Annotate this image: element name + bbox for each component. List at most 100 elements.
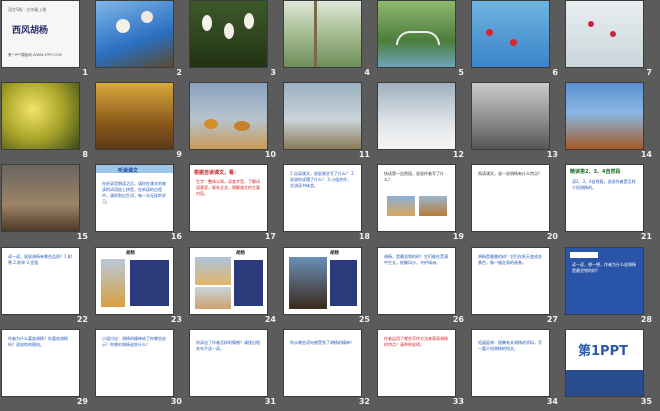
- slide-number: 15: [76, 232, 88, 241]
- slide-heading: 胡杨: [330, 251, 339, 256]
- magnolia-flower-image: [116, 19, 130, 33]
- slide-thumbnail-19[interactable]: 快读第一自然段，说说作者写了什么？ 19: [376, 164, 470, 246]
- slide-thumbnail-22[interactable]: 读一读，说说胡杨有哪些品质？1.耐寒 2.耐旱 3.坚强 22: [0, 247, 94, 329]
- slide-thumbnail-18[interactable]: 1.自读课文，说说课文写了什么？ 2.说说你读懂了什么？ 3.小组合作，交流读书…: [282, 164, 376, 246]
- slide-number: 32: [358, 397, 370, 406]
- poplar-image: [100, 258, 126, 308]
- slide-thumbnail-33[interactable]: 作者运用了哪些写作方法来表现胡杨的特点？请举例说明。 33: [376, 329, 470, 411]
- slide-number: 33: [452, 397, 464, 406]
- slide-thumbnail-20[interactable]: 再读课文，说一说胡杨有什么特点？ 20: [470, 164, 564, 246]
- slide-header-bar: [570, 252, 598, 258]
- dune-image: [194, 286, 232, 310]
- slide-thumbnail-11[interactable]: 11: [282, 82, 376, 164]
- slide-number: 8: [82, 150, 88, 159]
- slide-thumbnail-28[interactable]: 读一读，想一想，作者为什么说胡杨是最坚韧的树？ 28: [564, 247, 658, 329]
- plum-blossom-image: [510, 39, 517, 46]
- slide-thumbnail-14[interactable]: 14: [564, 82, 658, 164]
- slide-thumbnail-3[interactable]: 3: [188, 0, 282, 82]
- slide-number: 1: [82, 68, 88, 77]
- slide-text-panel: [330, 260, 357, 306]
- slide-thumbnail-8[interactable]: 8: [0, 82, 94, 164]
- slide-thumbnail-25[interactable]: 胡杨 25: [282, 247, 376, 329]
- slide-number: 11: [358, 150, 370, 159]
- poplar-tree-image: [234, 121, 250, 131]
- slide-number: 4: [364, 68, 370, 77]
- slide-body-text: 读一读，想一想，作者为什么说胡杨是最坚韧的树？: [572, 262, 636, 273]
- slide-number: 13: [546, 150, 558, 159]
- slide-body-text: 读2、3、4自然段，说说作者是怎样介绍胡杨的。: [572, 179, 636, 190]
- brand-logo: 第1PPT: [578, 344, 628, 359]
- slide-thumbnail-6[interactable]: 6: [470, 0, 564, 82]
- slide-number: 12: [452, 150, 464, 159]
- slide-number: 22: [76, 315, 88, 324]
- slide-body-text: 胡杨是最美的树！它们在秋天变成金黄色，像一幅壮丽的画卷。: [478, 254, 542, 265]
- slide-thumbnail-5[interactable]: 5: [376, 0, 470, 82]
- slide-body-text: 拓展延伸：搜集有关胡杨的资料，写一篇介绍胡杨的短文。: [478, 340, 542, 351]
- slide-body-text: 1.自读课文，说说课文写了什么？ 2.说说你读懂了什么？ 3.小组合作，交流读书…: [290, 171, 355, 188]
- slide-number: 14: [640, 150, 652, 159]
- plum-blossom-image: [610, 31, 616, 37]
- magnolia-flower-image: [202, 15, 212, 31]
- slide-sorter-grid: 语文S版 · 五年级上册 西风胡杨 第一PPT模板网-WWW.1PPT.COM …: [0, 0, 660, 411]
- slide-number: 30: [170, 397, 182, 406]
- slide-number: 16: [170, 232, 182, 241]
- slide-thumbnail-2[interactable]: 2: [94, 0, 188, 82]
- desert-image: [194, 256, 232, 286]
- slide-thumbnail-7[interactable]: 7: [564, 0, 658, 82]
- slide-thumbnail-15[interactable]: 15: [0, 164, 94, 246]
- slide-number: 35: [640, 397, 652, 406]
- slide-thumbnail-32[interactable]: 你从哪些语句感受到了胡杨的精神？ 32: [282, 329, 376, 411]
- slide-heading: 胡杨: [126, 251, 135, 256]
- slide-thumbnail-21[interactable]: 精读第2、3、4自然段 读2、3、4自然段，说说作者是怎样介绍胡杨的。 21: [564, 164, 658, 246]
- slide-thumbnail-17[interactable]: 根据自读课文，看： 生字：整体认知，读准字音，了解词语意思，联系全文，理解课文的…: [188, 164, 282, 246]
- slide-body-text: 作者运用了哪些写作方法来表现胡杨的特点？请举例说明。: [384, 336, 448, 347]
- slide-number: 18: [358, 232, 370, 241]
- slide-body-text: 你读出了作者怎样的情感？请找出相关句子读一读。: [196, 340, 260, 351]
- poplar-image: [418, 195, 448, 217]
- slide-number: 20: [546, 232, 558, 241]
- slide-url: 第一PPT模板网-WWW.1PPT.COM: [8, 53, 62, 57]
- footer-band: [566, 370, 643, 396]
- slide-thumbnail-35[interactable]: 第1PPT 35: [564, 329, 658, 411]
- slide-body-text: 生字：整体认知，读准字音，了解词语意思，联系全文，理解课文的主要内容。: [196, 179, 260, 196]
- slide-heading: 根据自读课文，看：: [194, 170, 240, 176]
- slide-number: 9: [176, 150, 182, 159]
- slide-thumbnail-13[interactable]: 13: [470, 82, 564, 164]
- slide-thumbnail-26[interactable]: 胡杨，是最坚韧的树！它们能在荒漠中生长，抵御风沙，守护绿洲。 26: [376, 247, 470, 329]
- slide-thumbnail-29[interactable]: 作者为什么喜欢胡杨？你喜欢胡杨吗？说说你的理由。 29: [0, 329, 94, 411]
- dead-poplar-image: [288, 256, 328, 310]
- slide-thumbnail-34[interactable]: 拓展延伸：搜集有关胡杨的资料，写一篇介绍胡杨的短文。 34: [470, 329, 564, 411]
- slide-text-panel: [234, 260, 263, 306]
- slide-number: 17: [264, 232, 276, 241]
- slide-thumbnail-1[interactable]: 语文S版 · 五年级上册 西风胡杨 第一PPT模板网-WWW.1PPT.COM …: [0, 0, 94, 82]
- slide-number: 27: [546, 315, 558, 324]
- slide-text-panel: [130, 260, 169, 306]
- slide-thumbnail-4[interactable]: 4: [282, 0, 376, 82]
- slide-number: 24: [264, 315, 276, 324]
- slide-thumbnail-10[interactable]: 10: [188, 82, 282, 164]
- slide-body-text: 小组讨论：胡杨的精神给了你哪些启示？你想对胡杨说些什么？: [102, 336, 166, 347]
- slide-number: 10: [264, 150, 276, 159]
- slide-number: 23: [170, 315, 182, 324]
- magnolia-flower-image: [224, 23, 234, 39]
- slide-body-text: 你从哪些语句感受到了胡杨的精神？: [290, 340, 354, 345]
- slide-thumbnail-16[interactable]: 听读课文 在听录音朗读之后，请你在课文的难读的词语加上拼音，在听读的过程中，请你…: [94, 164, 188, 246]
- plum-blossom-image: [486, 29, 493, 36]
- slide-thumbnail-12[interactable]: 12: [376, 82, 470, 164]
- slide-thumbnail-23[interactable]: 胡杨 23: [94, 247, 188, 329]
- slide-number: 34: [546, 397, 558, 406]
- slide-thumbnail-31[interactable]: 你读出了作者怎样的情感？请找出相关句子读一读。 31: [188, 329, 282, 411]
- slide-thumbnail-27[interactable]: 胡杨是最美的树！它们在秋天变成金黄色，像一幅壮丽的画卷。 27: [470, 247, 564, 329]
- slide-thumbnail-24[interactable]: 胡杨 24: [188, 247, 282, 329]
- slide-number: 2: [176, 68, 182, 77]
- slide-number: 3: [270, 68, 276, 77]
- slide-body-text: 在听录音朗读之后，请你在课文的难读的词语加上拼音，在听读的过程中，请你划出生词，…: [102, 181, 166, 204]
- slide-number: 5: [458, 68, 464, 77]
- slide-thumbnail-9[interactable]: 9: [94, 82, 188, 164]
- slide-number: 19: [452, 232, 464, 241]
- slide-body-text: 胡杨，是最坚韧的树！它们能在荒漠中生长，抵御风沙，守护绿洲。: [384, 254, 448, 265]
- slide-thumbnail-30[interactable]: 小组讨论：胡杨的精神给了你哪些启示？你想对胡杨说些什么？ 30: [94, 329, 188, 411]
- slide-body-text: 快读第一自然段，说说作者写了什么？: [384, 171, 444, 182]
- poplar-tree-image: [204, 119, 218, 129]
- slide-body-text: 读一读，说说胡杨有哪些品质？1.耐寒 2.耐旱 3.坚强: [8, 254, 72, 265]
